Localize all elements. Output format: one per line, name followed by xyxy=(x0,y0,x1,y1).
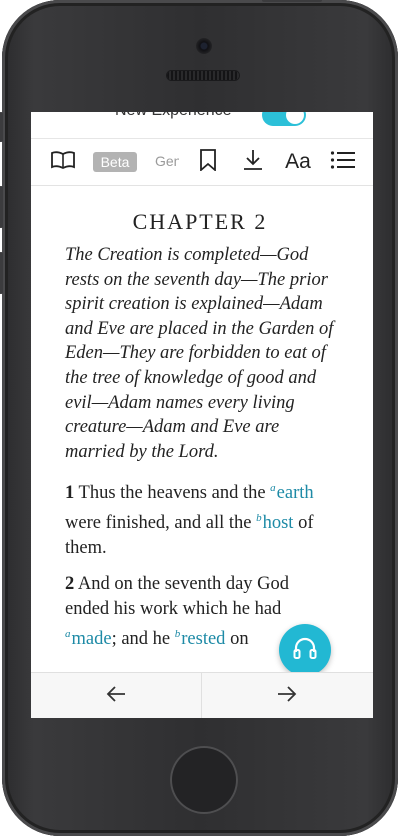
new-experience-toggle[interactable] xyxy=(262,112,306,126)
power-button xyxy=(262,0,322,2)
chapter-nav-bar xyxy=(31,672,373,718)
headphones-icon xyxy=(292,636,318,665)
front-camera xyxy=(196,38,212,54)
verse-text: on xyxy=(230,628,249,649)
verse-text: ; and he xyxy=(111,628,171,649)
verse-text: were finished, and all the xyxy=(65,513,252,534)
new-experience-bar: New Experience xyxy=(31,112,373,139)
gen-tab[interactable]: Gen xyxy=(155,153,179,169)
download-button[interactable] xyxy=(236,139,270,185)
bookmark-icon xyxy=(199,148,217,176)
toggle-knob xyxy=(286,112,304,124)
app-screen: New Experience Beta Gen Aa xyxy=(31,112,373,718)
download-icon xyxy=(243,149,263,176)
verse-number[interactable]: 1 xyxy=(65,484,74,504)
footnote-link[interactable]: host xyxy=(263,513,294,533)
audio-play-button[interactable] xyxy=(279,624,331,676)
volume-up-button xyxy=(0,186,3,228)
volume-down-button xyxy=(0,252,3,294)
library-button[interactable] xyxy=(45,139,81,185)
contents-button[interactable] xyxy=(325,139,361,185)
arrow-left-icon xyxy=(106,685,126,707)
earpiece-speaker xyxy=(167,71,239,80)
footnote-link[interactable]: made xyxy=(72,629,112,649)
footnote-link[interactable]: rested xyxy=(181,629,225,649)
footnote-marker[interactable]: b xyxy=(256,512,262,524)
book-icon xyxy=(50,150,76,175)
verse-text: Thus the heavens and the xyxy=(78,483,266,504)
top-edge-detail xyxy=(92,0,162,2)
text-size-icon: Aa xyxy=(285,150,311,173)
footnote-marker[interactable]: a xyxy=(270,482,276,494)
footnote-link[interactable]: earth xyxy=(277,484,314,504)
chapter-title: CHAPTER 2 xyxy=(132,209,268,234)
reader-toolbar: Beta Gen Aa xyxy=(31,139,373,186)
arrow-right-icon xyxy=(277,685,297,707)
text-size-button[interactable]: Aa xyxy=(281,139,315,185)
new-experience-label: New Experience xyxy=(115,112,232,120)
list-icon xyxy=(330,150,356,175)
verse-text: And on the seventh day God ended his wor… xyxy=(65,574,290,620)
chapter-content: CHAPTER 2 The Creation is completed—God … xyxy=(65,185,335,651)
footnote-marker[interactable]: a xyxy=(65,628,71,640)
home-button[interactable] xyxy=(170,746,238,814)
verse-number[interactable]: 2 xyxy=(65,574,74,594)
next-chapter-button[interactable] xyxy=(202,673,372,718)
previous-chapter-button[interactable] xyxy=(31,673,201,718)
beta-tab[interactable]: Beta xyxy=(93,152,137,172)
footnote-marker[interactable]: b xyxy=(175,628,181,640)
bookmark-button[interactable] xyxy=(191,139,225,185)
mute-switch xyxy=(0,112,3,142)
verse-1: 1 Thus the heavens and the aearth were f… xyxy=(65,476,335,560)
chapter-summary: The Creation is completed—God rests on t… xyxy=(65,245,334,462)
